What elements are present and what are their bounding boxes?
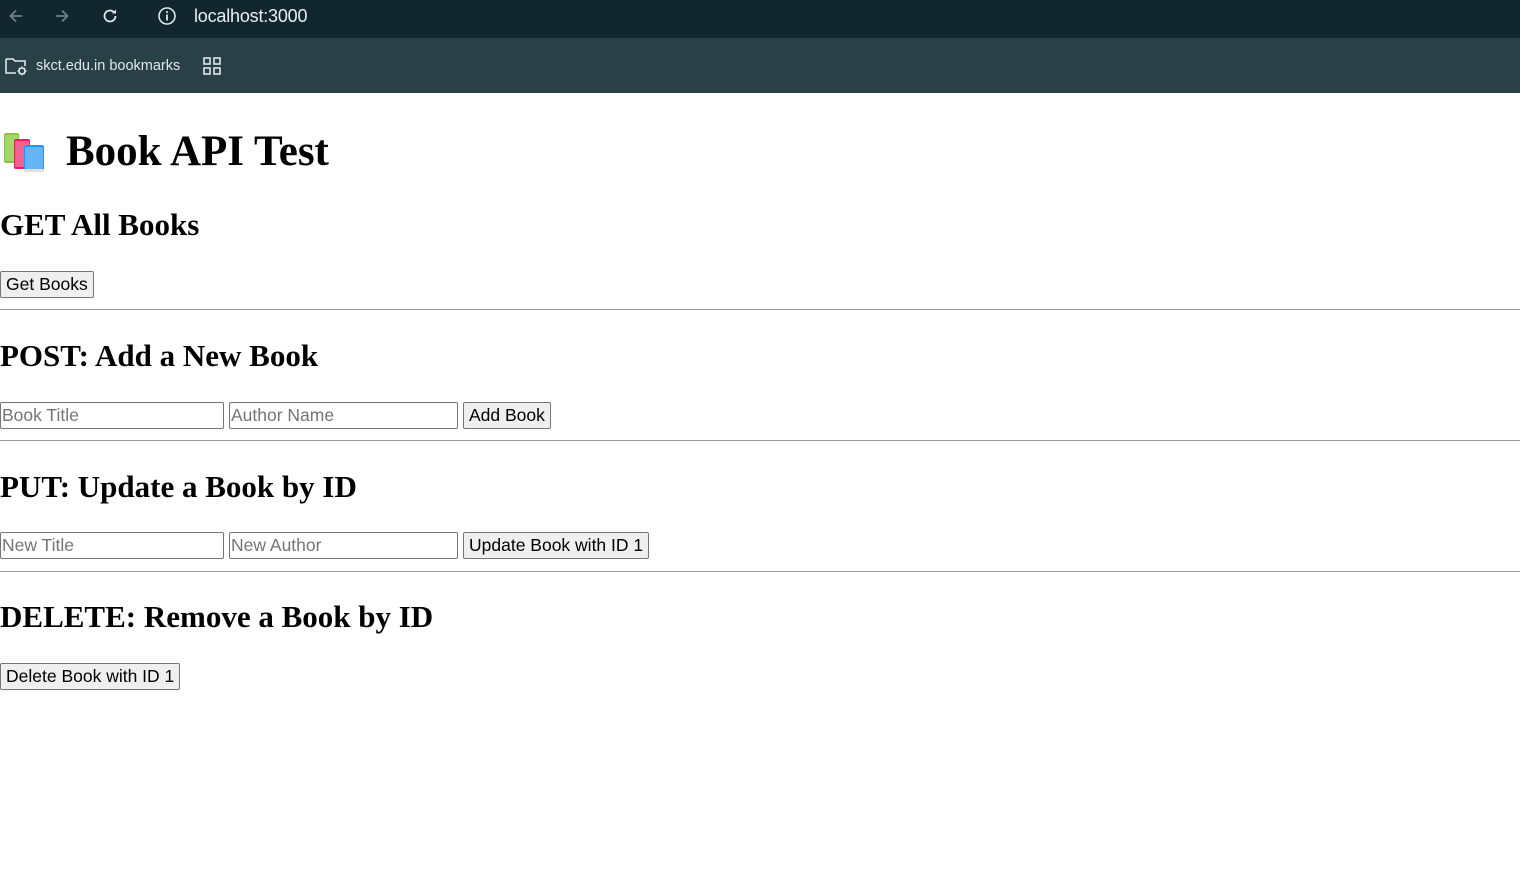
bookmarks-bar: skct.edu.in bookmarks — [0, 38, 1520, 93]
bookmark-folder-skct[interactable]: skct.edu.in bookmarks — [4, 53, 180, 79]
delete-section-heading: DELETE: Remove a Book by ID — [0, 599, 434, 634]
post-section-heading: POST: Add a New Book — [0, 338, 319, 373]
arrow-right-icon — [56, 9, 69, 23]
back-button[interactable] — [0, 0, 32, 32]
apps-button[interactable] — [200, 53, 224, 79]
reload-icon — [103, 9, 117, 23]
apps-grid-icon — [203, 57, 221, 75]
divider — [0, 571, 1520, 572]
site-info-icon[interactable] — [154, 3, 180, 29]
divider — [0, 440, 1520, 441]
get-section-heading: GET All Books — [0, 207, 200, 242]
add-book-button[interactable]: Add Book — [463, 402, 551, 429]
reload-button[interactable] — [94, 0, 126, 32]
books-icon — [0, 129, 50, 175]
url-text: localhost:3000 — [194, 5, 308, 26]
book-title-input[interactable] — [0, 402, 224, 429]
bookmark-label: skct.edu.in bookmarks — [36, 58, 181, 74]
get-books-button[interactable]: Get Books — [0, 271, 94, 298]
delete-book-button[interactable]: Delete Book with ID 1 — [0, 663, 181, 690]
update-book-button[interactable]: Update Book with ID 1 — [463, 532, 650, 559]
managed-folder-icon — [5, 58, 27, 76]
browser-toolbar: localhost:3000 — [0, 0, 1520, 38]
new-author-input[interactable] — [229, 532, 458, 559]
address-bar[interactable]: localhost:3000 — [146, 0, 1520, 32]
author-name-input[interactable] — [229, 402, 458, 429]
page-title: Book API Test — [0, 127, 329, 176]
arrow-left-icon — [9, 9, 22, 23]
divider — [0, 309, 1520, 310]
forward-button[interactable] — [46, 0, 78, 32]
put-section-heading: PUT: Update a Book by ID — [0, 469, 357, 504]
page-title-text: Book API Test — [66, 128, 329, 175]
new-title-input[interactable] — [0, 532, 224, 559]
